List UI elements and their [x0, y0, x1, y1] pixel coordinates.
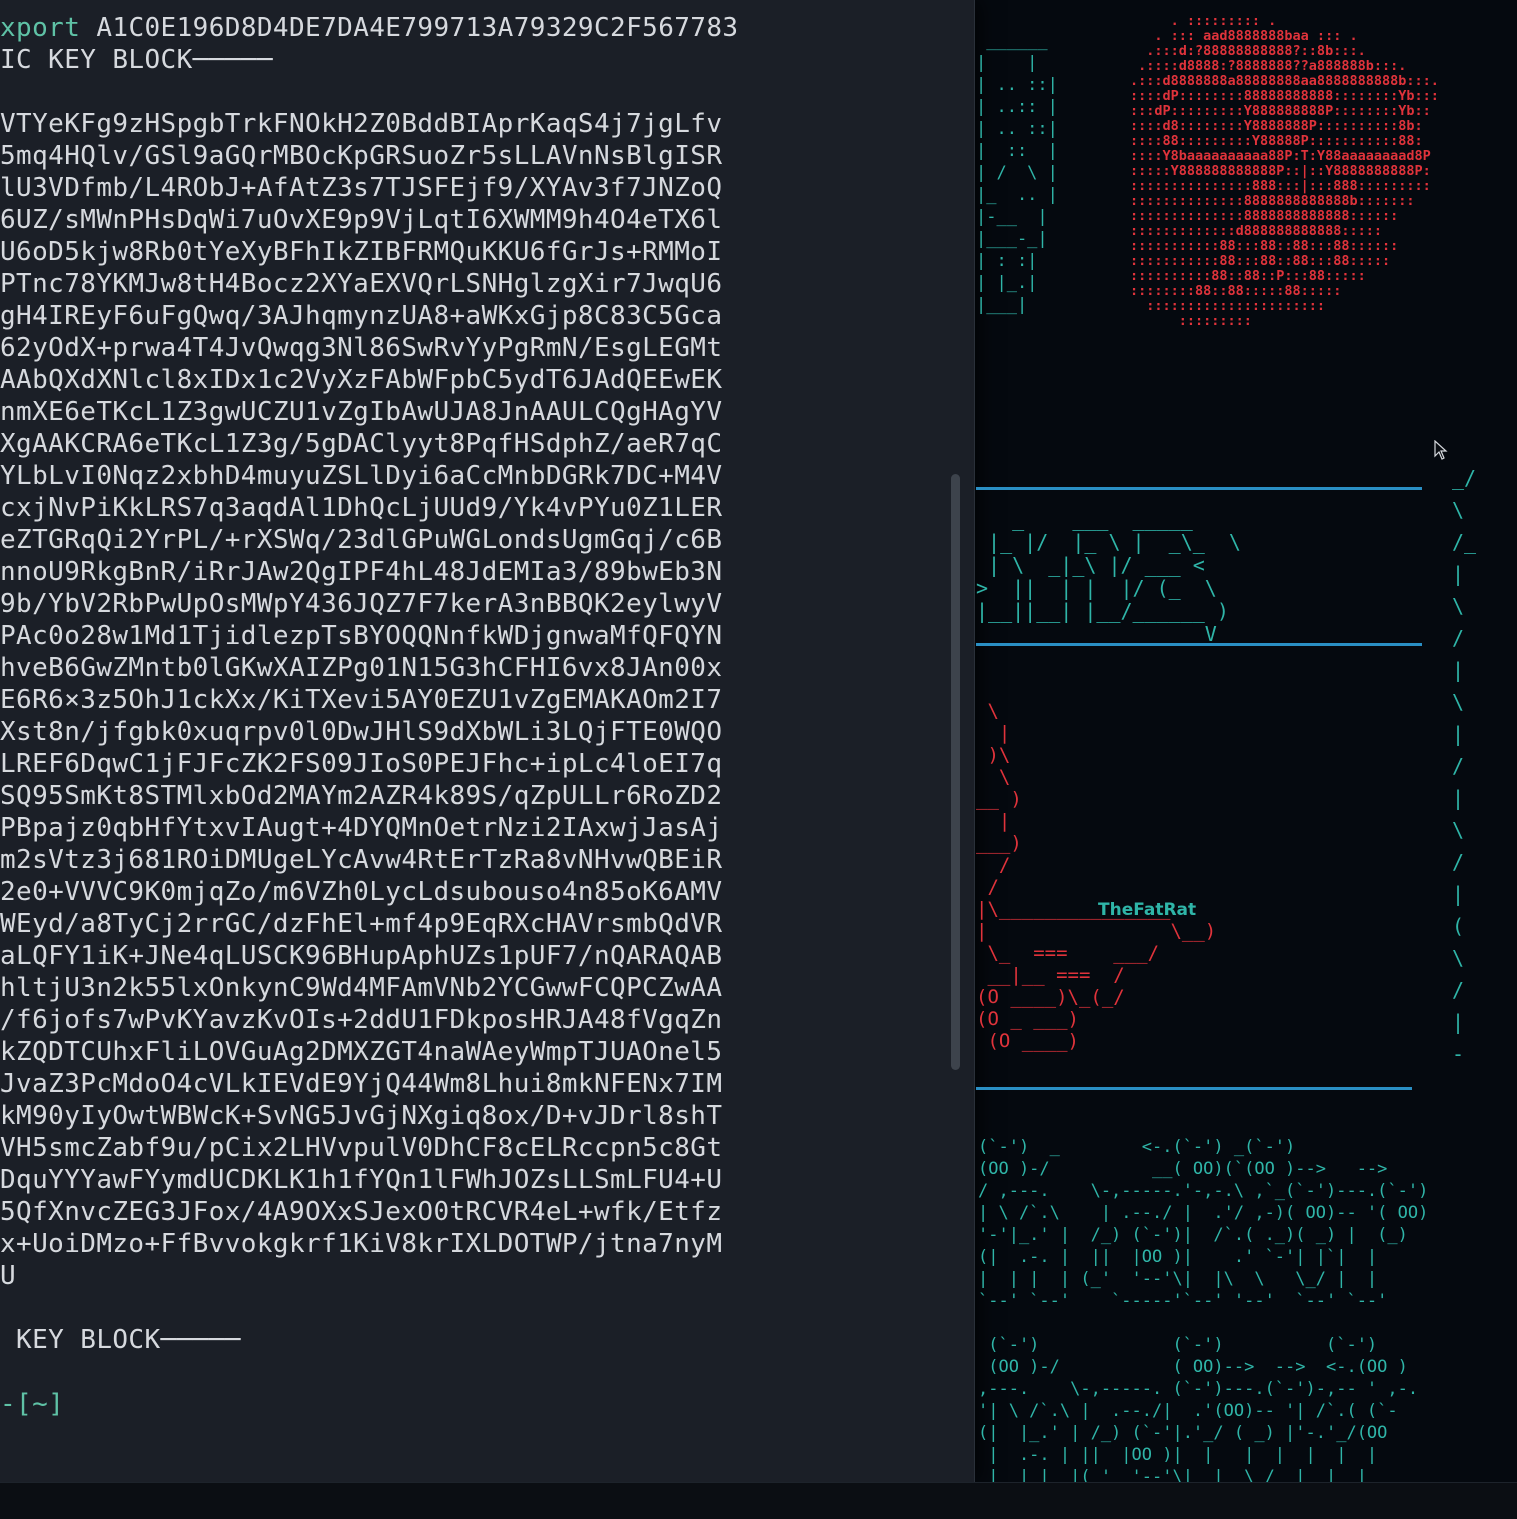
terminal-line: lU3VDfmb/L4RObJ+AfAtZ3s7TJSFEjf9/XYAv3f7… — [0, 173, 723, 203]
terminal-line: kZQDTCUhxFliLOVGuAg2DMXZGT4naWAeyWmpTJUA… — [0, 1037, 723, 1067]
terminal-line: PTnc78YKMJw8tH4Bocz2XYaEXVQrLSNHglzgXir7… — [0, 269, 723, 299]
terminal-line: U — [0, 1261, 17, 1291]
terminal-line: PAc0o28w1Md1TjidlezpTsBYOQQNnfkWDjgnwaMf… — [0, 621, 723, 651]
terminal-line: LREF6DqwC1jFJFcZK2FS09JIoS0PEJFhc+ipLc4l… — [0, 749, 723, 779]
shell-prompt: -[~] — [0, 1389, 65, 1419]
terminal-line: nmXE6eTKcL1Z3gwUCZU1vZgIbAwUJA8JnAAULCQg… — [0, 397, 723, 427]
divider-line — [976, 487, 1422, 490]
terminal-line: PBpajz0qbHfYtxvIAugt+4DYQMnOetrNzi2IAxwj… — [0, 813, 723, 843]
terminal-line: U6oD5kjw8Rb0tYeXyBFhIkZIBFRMQuKKU6fGrJs+… — [0, 237, 723, 267]
terminal-line: 5mq4HQlv/GSl9aGQrMBOcKpGRSuoZr5sLLAVnNsB… — [0, 141, 723, 171]
divider-line — [976, 643, 1422, 646]
terminal-line: cxjNvPiKkLRS7q3aqdAl1DhQcLjUUd9/Yk4vPYu0… — [0, 493, 723, 523]
ascii-art-hacker-ghosts: (`-') _ <-.(`-') _(`-') (OO )-/ __( OO)(… — [978, 1137, 1429, 1509]
terminal-line: 2e0+VVVC9K0mjqZo/m6VZh0LycLdsubouso4n85o… — [0, 877, 723, 907]
terminal-line: m2sVtz3j681ROiDMUgeLYcAvw4RtErTzRa8vNHvw… — [0, 845, 723, 875]
terminal-line: Xst8n/jfgbk0xuqrpv0l0DwJHlS9dXbWLi3LQjFT… — [0, 717, 723, 747]
terminal-line: VTYeKFg9zHSpgbTrkFNOkH2Z0BddBIAprKaqS4j7… — [0, 109, 723, 139]
terminal-line: YLbLvI0Nqz2xbhD4muyuZSLlDyi6aCcMnbDGRk7D… — [0, 461, 723, 491]
thefatrat-label: TheFatRat — [1098, 900, 1197, 920]
terminal-line: KEY BLOCK───── — [0, 1325, 241, 1355]
ascii-art-fatrat-logo: _ ___ _____ |_ |/ |_ \ | _\_ \ | \ _|_\ … — [976, 507, 1241, 646]
ascii-art-building: ______ | | | .. ::| | ..:: | | .. ::| | … — [976, 31, 1058, 315]
terminal-line: aLQFY1iK+JNe4qLUSCK96BHupAphUZs1pUF7/nQA… — [0, 941, 723, 971]
terminal-line: JvaZ3PcMdoO4cVLkIEVdE9YjQ44Wm8Lhui8mkNFE… — [0, 1069, 723, 1099]
mouse-cursor-icon — [1434, 440, 1448, 460]
terminal-line: IC KEY BLOCK───── — [0, 45, 273, 75]
taskbar — [0, 1482, 1517, 1519]
terminal-line: gH4IREyF6uFgQwq/3AJhqmynzUA8+aWKxGjp8C83… — [0, 301, 723, 331]
ascii-art-red-moon: . ::::::::: . . ::: aad8888888baa ::: . … — [1130, 13, 1439, 329]
ascii-art-revolver: \ | )\ \ __ ) | ___) / / |\_____________… — [976, 700, 1217, 1052]
divider-line — [976, 1087, 1412, 1090]
terminal-line: /f6jofs7wPvKYavzKvOIs+2ddU1FDkposHRJA48f… — [0, 1005, 723, 1035]
terminal-line: VH5smcZabf9u/pCix2LHVvpulV0DhCF8cELRccpn… — [0, 1133, 723, 1163]
terminal-window[interactable]: xport A1C0E196D8D4DE7DA4E799713A79329C2F… — [0, 0, 975, 1482]
terminal-line: 9b/YbV2RbPwUpOsMWpY436JQZ7F7kerA3nBBQK2e… — [0, 589, 723, 619]
terminal-line: E6R6×3z5OhJ1ckXx/KiTXevi5AY0EZU1vZgEMAKA… — [0, 685, 723, 715]
terminal-line: xport A1C0E196D8D4DE7DA4E799713A79329C2F… — [0, 13, 739, 43]
terminal-line: WEyd/a8TyCj2rrGC/dzFhEl+mf4p9EqRXcHAVrsm… — [0, 909, 723, 939]
ascii-art-side-column: _/ \ /_ | \ / | \ | / | \ / | ( \ / | - — [1452, 466, 1477, 1066]
terminal-line: 6UZ/sMWnPHsDqWi7uOvXE9p9VjLqtI6XWMM9h4O4… — [0, 205, 723, 235]
terminal-line: hltjU3n2k55lxOnkynC9Wd4MFAmVNb2YCGwwFCQP… — [0, 973, 723, 1003]
terminal-line: AAbQXdXNlcl8xIDx1c2VyXzFAbWFpbC5ydT6JAdQ… — [0, 365, 723, 395]
terminal-line: XgAAKCRA6eTKcL1Z3g/5gDAClyyt8PqfHSdphZ/a… — [0, 429, 723, 459]
terminal-output: xport A1C0E196D8D4DE7DA4E799713A79329C2F… — [0, 12, 738, 1420]
terminal-line: hveB6GwZMntb0lGKwXAIZPg01N15G3hCFHI6vx8J… — [0, 653, 723, 683]
terminal-line: x+UoiDMzo+FfBvvokgkrf1KiV8krIXLDOTWP/jtn… — [0, 1229, 723, 1259]
terminal-line: 5QfXnvcZEG3JFox/4A9OXxSJexO0tRCVR4eL+wfk… — [0, 1197, 723, 1227]
terminal-line: 62yOdX+prwa4T4JvQwqg3Nl86SwRvYyPgRmN/Esg… — [0, 333, 723, 363]
terminal-line: DquYYYawFYymdUCDKLK1h1fYQn1lFWhJOZsLLSmL… — [0, 1165, 723, 1195]
terminal-line: eZTGRqQi2YrPL/+rXSWq/23dlGPuWGLondsUgmGq… — [0, 525, 723, 555]
terminal-line: nnoU9RkgBnR/iRrJAw2QgIPF4hL48JdEMIa3/89b… — [0, 557, 723, 587]
terminal-line: kM90yIyOwtWBWcK+SvNG5JvGjNXgiq8ox/D+vJDr… — [0, 1101, 723, 1131]
terminal-scrollbar[interactable] — [951, 474, 960, 1070]
terminal-line: SQ95SmKt8STMlxbOd2MAYm2AZR4k89S/qZpULLr6… — [0, 781, 723, 811]
